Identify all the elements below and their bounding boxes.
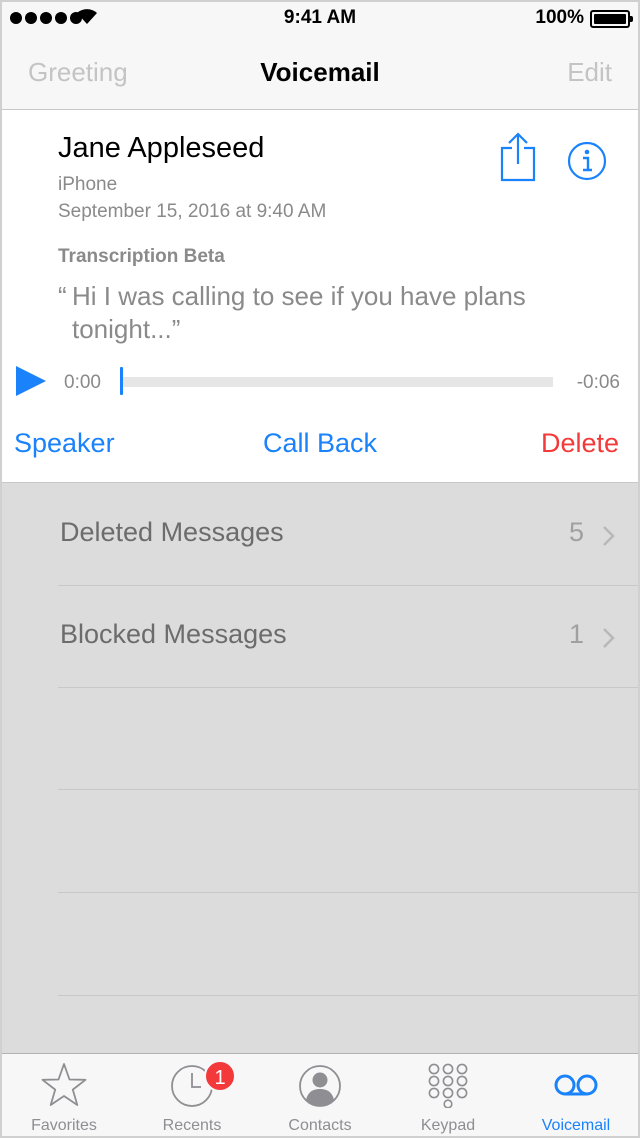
edit-button[interactable]: Edit [567,57,612,88]
divider [58,995,640,996]
tab-recents[interactable]: Recents [128,1054,256,1138]
blocked-messages-row[interactable]: Blocked Messages 1 [0,585,640,688]
tab-bar: Favorites Recents Contacts Keypad Voicem… [0,1053,640,1138]
play-icon[interactable] [15,366,47,396]
deleted-messages-count: 5 [568,517,584,547]
battery-icon [590,10,633,28]
divider [58,892,640,893]
navigation-bar: Greeting Voicemail Edit [0,38,640,110]
tab-label: Favorites [31,1117,97,1134]
deleted-messages-label: Deleted Messages [60,517,284,547]
tab-label: Recents [162,1117,222,1134]
voicemail-detail: Jane Appleseed iPhone September 15, 2016… [0,110,640,483]
transcript: “ Hi I was calling to see if you have pl… [58,280,598,346]
info-icon[interactable] [567,141,607,181]
tab-contacts[interactable]: Contacts [256,1054,384,1138]
blocked-messages-count: 1 [568,619,584,649]
caller-device: iPhone [58,174,118,195]
battery-percent: 100% [535,7,584,28]
tab-label: Contacts [288,1117,352,1134]
transcription-label: Transcription Beta [58,246,225,267]
share-icon[interactable] [498,132,538,182]
playhead-handle[interactable] [120,367,123,395]
transcript-open-quote: “ [58,281,67,311]
time-remaining: -0:06 [576,372,620,393]
divider [58,687,640,688]
delete-button[interactable]: Delete [541,428,619,459]
page-title: Voicemail [260,57,380,87]
time-elapsed: 0:00 [64,372,101,393]
blocked-messages-label: Blocked Messages [60,619,287,649]
deleted-messages-row[interactable]: Deleted Messages 5 [0,483,640,586]
call-back-button[interactable]: Call Back [263,428,377,458]
chevron-right-icon [603,628,615,648]
tab-keypad[interactable]: Keypad [384,1054,512,1138]
speaker-button[interactable]: Speaker [14,428,115,459]
status-bar: 9:41 AM 100% [0,0,640,38]
star-icon [41,1063,87,1106]
voicemail-icon [554,1074,598,1096]
keypad-icon [428,1063,468,1108]
voicemail-date: September 15, 2016 at 9:40 AM [58,201,327,222]
recents-badge: 1 [204,1060,236,1092]
tab-favorites[interactable]: Favorites [0,1054,128,1138]
divider [58,789,640,790]
tab-voicemail[interactable]: Voicemail [512,1054,640,1138]
tab-label: Keypad [420,1117,476,1134]
tab-label: Voicemail [541,1117,611,1134]
caller-name: Jane Appleseed [58,132,265,164]
contacts-icon [299,1065,341,1107]
playback-scrubber[interactable] [122,377,553,387]
transcript-text: Hi I was calling to see if you have plan… [72,281,526,344]
chevron-right-icon [603,526,615,546]
